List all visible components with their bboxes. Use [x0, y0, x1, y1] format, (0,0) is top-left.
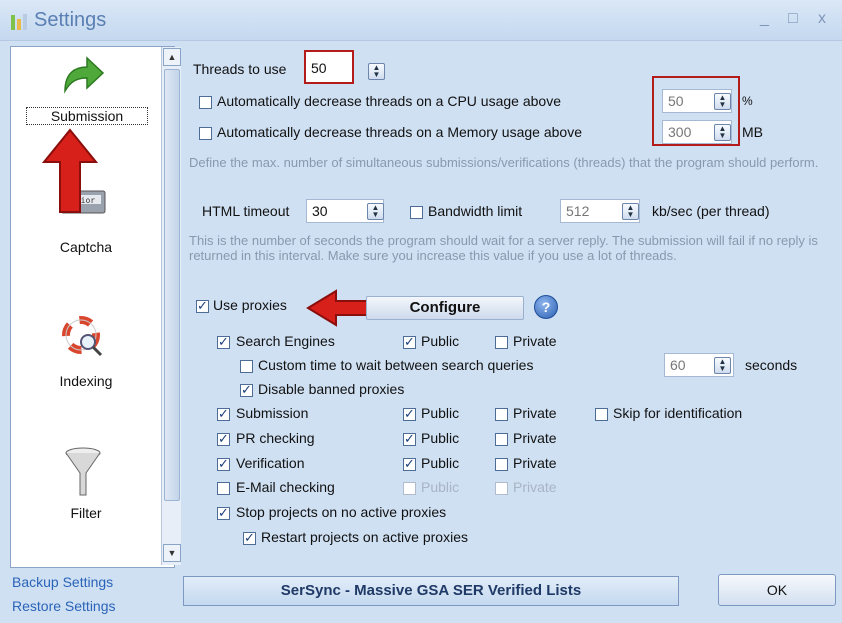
use-proxies-label: Use proxies: [213, 297, 287, 313]
threads-label: Threads to use: [193, 61, 287, 77]
ok-button[interactable]: OK: [718, 574, 836, 606]
cpu-decrease-label: Automatically decrease threads on a CPU …: [217, 93, 561, 109]
timeout-help-text: This is the number of seconds the progra…: [189, 233, 818, 263]
pr-private-checkbox[interactable]: [495, 433, 508, 446]
verification-private-checkbox[interactable]: [495, 458, 508, 471]
window-title: Settings: [34, 9, 107, 31]
custom-wait-unit: seconds: [745, 357, 798, 373]
close-button[interactable]: x: [818, 10, 826, 28]
configure-button[interactable]: Configure: [366, 296, 524, 320]
email-checking-checkbox[interactable]: [217, 482, 230, 495]
pr-checking-label: PR checking: [236, 430, 315, 446]
backup-settings-link[interactable]: Backup Settings: [12, 574, 113, 590]
bandwidth-unit: kb/sec (per thread): [652, 203, 770, 219]
nav-item-filter[interactable]: Filter: [26, 505, 146, 521]
email-public-label: Public: [421, 479, 460, 495]
search-engines-public-label: Public: [421, 333, 460, 349]
stop-projects-checkbox[interactable]: [217, 505, 230, 521]
search-engines-private-label: Private: [513, 333, 557, 349]
restart-projects-label: Restart projects on active proxies: [261, 529, 468, 545]
cpu-spinner-icon[interactable]: ▲ ▼: [714, 93, 731, 110]
skip-identification-checkbox[interactable]: [595, 408, 608, 421]
threads-input[interactable]: 50: [304, 50, 354, 84]
scroll-up-arrow-icon[interactable]: ▲: [163, 48, 181, 66]
verification-public-checkbox[interactable]: [403, 456, 416, 472]
scroll-down-arrow-icon[interactable]: ▼: [163, 544, 181, 562]
nav-item-captcha[interactable]: Captcha: [26, 239, 146, 255]
memory-unit: MB: [742, 124, 763, 140]
email-checking-label: E-Mail checking: [236, 479, 335, 495]
pr-private-label: Private: [513, 430, 557, 446]
funnel-icon: [65, 447, 101, 496]
maximize-button[interactable]: □: [788, 10, 798, 28]
memory-decrease-label: Automatically decrease threads on a Memo…: [217, 124, 582, 140]
cpu-decrease-checkbox[interactable]: [199, 96, 212, 109]
disable-banned-checkbox[interactable]: [240, 382, 253, 398]
cpu-unit: %: [742, 94, 753, 108]
sersync-banner[interactable]: SerSync - Massive GSA SER Verified Lists: [183, 576, 679, 606]
minimize-button[interactable]: _: [760, 10, 769, 28]
threads-help-text: Define the max. number of simultaneous s…: [189, 155, 819, 170]
bandwidth-spinner-icon[interactable]: ▲ ▼: [622, 203, 639, 220]
memory-spinner-icon[interactable]: ▲ ▼: [714, 124, 731, 141]
search-engines-private-checkbox[interactable]: [495, 336, 508, 349]
submission-label: Submission: [236, 405, 309, 421]
settings-app-icon: [11, 14, 27, 30]
nav-item-submission[interactable]: Submission: [26, 107, 148, 125]
timeout-spinner-icon[interactable]: ▲ ▼: [367, 203, 384, 220]
red-up-arrow-annotation: [41, 128, 99, 213]
submission-private-label: Private: [513, 405, 557, 421]
submission-private-checkbox[interactable]: [495, 408, 508, 421]
bandwidth-limit-label: Bandwidth limit: [428, 203, 523, 219]
verification-checkbox[interactable]: [217, 456, 230, 472]
html-timeout-label: HTML timeout: [202, 203, 290, 219]
verification-label: Verification: [236, 455, 305, 471]
stop-projects-label: Stop projects on no active proxies: [236, 504, 447, 520]
restore-settings-link[interactable]: Restore Settings: [12, 598, 116, 614]
submission-public-checkbox[interactable]: [403, 406, 416, 422]
skip-identification-label: Skip for identification: [613, 405, 743, 421]
threads-spinner-icon[interactable]: ▲ ▼: [368, 63, 385, 80]
green-arrow-icon: [64, 56, 105, 94]
custom-wait-spinner-icon[interactable]: ▲ ▼: [714, 357, 731, 374]
title-bar: Settings _ □ x: [0, 0, 842, 41]
email-public-checkbox: [403, 482, 416, 495]
help-icon[interactable]: ?: [534, 295, 558, 319]
pr-public-checkbox[interactable]: [403, 431, 416, 447]
submission-public-label: Public: [421, 405, 460, 421]
submission-checkbox[interactable]: [217, 406, 230, 422]
use-proxies-checkbox[interactable]: [196, 298, 209, 314]
settings-nav: Submission u1ior Captcha Indexing Filter…: [10, 46, 181, 568]
nav-item-indexing[interactable]: Indexing: [26, 373, 146, 389]
custom-wait-label: Custom time to wait between search queri…: [258, 357, 534, 373]
custom-wait-checkbox[interactable]: [240, 360, 253, 373]
scroll-thumb[interactable]: [164, 69, 180, 501]
verification-public-label: Public: [421, 455, 460, 471]
lifebuoy-magnifier-icon: [62, 316, 103, 357]
search-engines-checkbox[interactable]: [217, 334, 230, 350]
pr-public-label: Public: [421, 430, 460, 446]
verification-private-label: Private: [513, 455, 557, 471]
email-private-label: Private: [513, 479, 557, 495]
bandwidth-limit-checkbox[interactable]: [410, 206, 423, 219]
search-engines-label: Search Engines: [236, 333, 335, 349]
search-engines-public-checkbox[interactable]: [403, 334, 416, 350]
pr-checking-checkbox[interactable]: [217, 431, 230, 447]
nav-scrollbar[interactable]: ▲ ▼: [161, 47, 181, 565]
memory-decrease-checkbox[interactable]: [199, 127, 212, 140]
email-private-checkbox: [495, 482, 508, 495]
restart-projects-checkbox[interactable]: [243, 530, 256, 546]
disable-banned-label: Disable banned proxies: [258, 381, 405, 397]
